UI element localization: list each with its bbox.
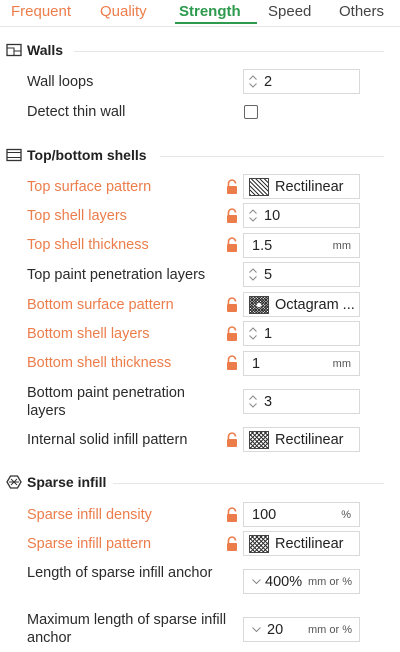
sparse-anchor-max-label: Maximum length of sparse infill anchor	[27, 612, 227, 646]
spin-arrows-icon[interactable]	[244, 204, 261, 227]
sparse-infill-icon	[6, 475, 22, 489]
sparse-anchor-length-unit: mm or %	[308, 575, 352, 588]
sparse-infill-pattern-select[interactable]: Rectilinear	[243, 531, 360, 556]
unlock-icon[interactable]	[225, 237, 239, 253]
internal-solid-infill-select[interactable]: Rectilinear	[243, 427, 360, 452]
sparse-infill-density-input[interactable]: 100 %	[243, 502, 360, 527]
sparse-infill-pattern-label: Sparse infill pattern	[27, 536, 152, 552]
top-surface-pattern-value: Rectilinear	[275, 178, 344, 195]
chevron-down-icon[interactable]	[252, 578, 261, 585]
section-top-bottom-shells: Top/bottom shells	[6, 147, 147, 163]
section-sparse-infill-title: Sparse infill	[27, 474, 107, 490]
unlock-icon[interactable]	[225, 536, 239, 552]
bottom-shell-layers-value: 1	[264, 325, 273, 342]
spin-arrows-icon[interactable]	[244, 70, 261, 93]
tab-frequent[interactable]: Frequent	[11, 3, 71, 20]
top-shell-layers-spinbox[interactable]: 10	[243, 203, 360, 228]
top-shell-thickness-label: Top shell thickness	[27, 237, 149, 253]
bottom-shell-thickness-input[interactable]: 1 mm	[243, 351, 360, 376]
top-paint-penetration-label: Top paint penetration layers	[27, 267, 206, 283]
tab-others[interactable]: Others	[339, 3, 384, 20]
section-divider	[113, 483, 384, 484]
tab-speed[interactable]: Speed	[268, 3, 311, 20]
wall-loops-spinbox[interactable]: 2	[243, 69, 360, 94]
wall-loops-label: Wall loops	[27, 74, 94, 90]
top-shell-thickness-value: 1.5	[252, 237, 273, 254]
unlock-icon[interactable]	[225, 179, 239, 195]
rectilinear-pattern-icon	[249, 177, 269, 196]
sparse-anchor-length-label: Length of sparse infill anchor	[27, 565, 213, 581]
spin-arrows-icon[interactable]	[244, 322, 261, 345]
rectilinear-pattern-icon	[249, 430, 269, 449]
sparse-infill-density-unit: %	[341, 508, 351, 521]
bottom-shell-thickness-value: 1	[252, 355, 261, 372]
bottom-surface-pattern-label: Bottom surface pattern	[27, 297, 174, 313]
top-shell-thickness-unit: mm	[332, 239, 351, 252]
bottom-shell-thickness-label: Bottom shell thickness	[27, 355, 172, 371]
section-divider	[160, 156, 384, 157]
top-paint-penetration-value: 5	[264, 266, 273, 283]
bottom-surface-pattern-select[interactable]: Octagram ...	[243, 292, 360, 317]
top-surface-pattern-label: Top surface pattern	[27, 179, 152, 195]
unlock-icon[interactable]	[225, 507, 239, 523]
detect-thin-wall-checkbox[interactable]	[244, 105, 258, 119]
unlock-icon[interactable]	[225, 297, 239, 313]
section-sparse-infill: Sparse infill	[6, 474, 106, 490]
section-walls-title: Walls	[27, 42, 64, 58]
section-walls: Walls	[6, 42, 63, 58]
sparse-anchor-length-combo[interactable]: 400% mm or %	[243, 569, 360, 594]
sparse-anchor-max-value: 20	[267, 621, 284, 638]
spin-arrows-icon[interactable]	[244, 263, 261, 286]
chevron-down-icon[interactable]	[252, 626, 261, 633]
spin-arrows-icon[interactable]	[244, 390, 261, 413]
tab-quality[interactable]: Quality	[100, 3, 147, 20]
bottom-surface-pattern-value: Octagram ...	[275, 296, 355, 313]
bottom-paint-penetration-spinbox[interactable]: 3	[243, 389, 360, 414]
detect-thin-wall-label: Detect thin wall	[27, 104, 126, 120]
sparse-anchor-max-combo[interactable]: 20 mm or %	[243, 617, 360, 642]
sparse-infill-density-value: 100	[252, 506, 277, 523]
shells-icon	[6, 148, 22, 162]
internal-solid-infill-value: Rectilinear	[275, 431, 344, 448]
top-paint-penetration-spinbox[interactable]: 5	[243, 262, 360, 287]
sparse-infill-density-label: Sparse infill density	[27, 507, 152, 523]
section-divider	[74, 51, 384, 52]
tab-strength[interactable]: Strength	[179, 3, 241, 20]
top-shell-layers-value: 10	[264, 207, 281, 224]
unlock-icon[interactable]	[225, 208, 239, 224]
wall-loops-value: 2	[264, 73, 273, 90]
sparse-anchor-length-value: 400%	[265, 573, 303, 590]
unlock-icon[interactable]	[225, 355, 239, 371]
bottom-shell-layers-spinbox[interactable]: 1	[243, 321, 360, 346]
active-tab-indicator	[175, 22, 257, 24]
top-surface-pattern-select[interactable]: Rectilinear	[243, 174, 360, 199]
bottom-paint-penetration-value: 3	[264, 393, 273, 410]
walls-icon	[6, 43, 22, 57]
sparse-anchor-max-unit: mm or %	[308, 623, 352, 636]
octagram-pattern-icon	[249, 295, 269, 314]
sparse-infill-pattern-value: Rectilinear	[275, 535, 344, 552]
bottom-shell-thickness-unit: mm	[332, 357, 351, 370]
bottom-paint-penetration-label: Bottom paint penetration layers	[27, 385, 185, 419]
internal-solid-infill-label: Internal solid infill pattern	[27, 432, 188, 448]
section-top-bottom-title: Top/bottom shells	[27, 147, 147, 163]
settings-tab-bar: Frequent Quality Strength Speed Others	[0, 0, 400, 27]
unlock-icon[interactable]	[225, 432, 239, 448]
bottom-shell-layers-label: Bottom shell layers	[27, 326, 150, 342]
unlock-icon[interactable]	[225, 326, 239, 342]
top-shell-thickness-input[interactable]: 1.5 mm	[243, 233, 360, 258]
top-shell-layers-label: Top shell layers	[27, 208, 127, 224]
rectilinear-pattern-icon	[249, 534, 269, 553]
